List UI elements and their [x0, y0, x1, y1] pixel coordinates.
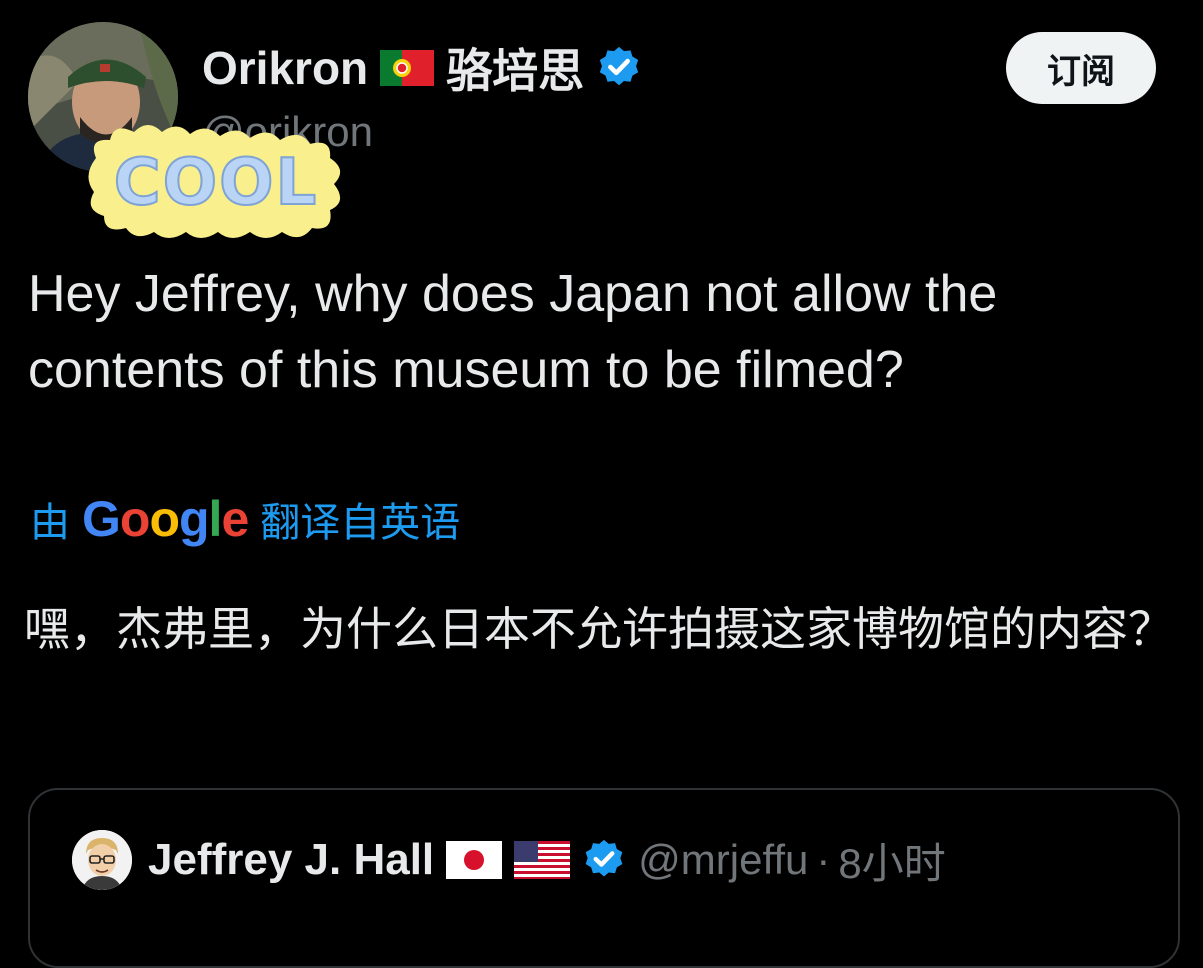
google-logo-icon: Google — [82, 491, 249, 547]
quoted-author-avatar[interactable] — [72, 830, 132, 890]
quoted-post-time[interactable]: 8小时 — [838, 830, 945, 891]
author-name-row[interactable]: Orikron 骆培思 — [202, 38, 642, 98]
translation-attribution[interactable]: 由 Google 翻译自英语 — [30, 486, 460, 552]
translated-text: 嘿，杰弗里，为什么日本不允许拍摄这家博物馆的内容？ — [24, 603, 1174, 655]
author-display-name[interactable]: Orikron — [202, 41, 368, 95]
cool-sticker: COOL — [82, 118, 350, 246]
post-text: Hey Jeffrey, why does Japan not allow th… — [28, 265, 998, 399]
usa-flag-icon — [514, 841, 571, 879]
sticker-text: COOL — [114, 146, 319, 220]
portugal-flag-icon — [380, 50, 435, 86]
quoted-post-header: Jeffrey J. Hall @mrjeffu · 8小时 — [72, 830, 946, 890]
translation-prefix: 由 — [30, 501, 70, 545]
quoted-author-name[interactable]: Jeffrey J. Hall — [148, 835, 434, 885]
quoted-post-card[interactable]: Jeffrey J. Hall @mrjeffu · 8小时 — [28, 788, 1180, 968]
quoted-author-handle[interactable]: @mrjeffu — [638, 836, 808, 884]
author-chinese-name[interactable]: 骆培思 — [446, 35, 584, 101]
japan-flag-icon — [446, 841, 503, 879]
translation-suffix[interactable]: 翻译自英语 — [260, 490, 460, 548]
verified-badge-icon — [596, 45, 642, 91]
separator-dot: · — [816, 836, 831, 883]
quoted-verified-badge-icon — [582, 838, 626, 882]
subscribe-button[interactable]: 订阅 — [1006, 32, 1156, 104]
